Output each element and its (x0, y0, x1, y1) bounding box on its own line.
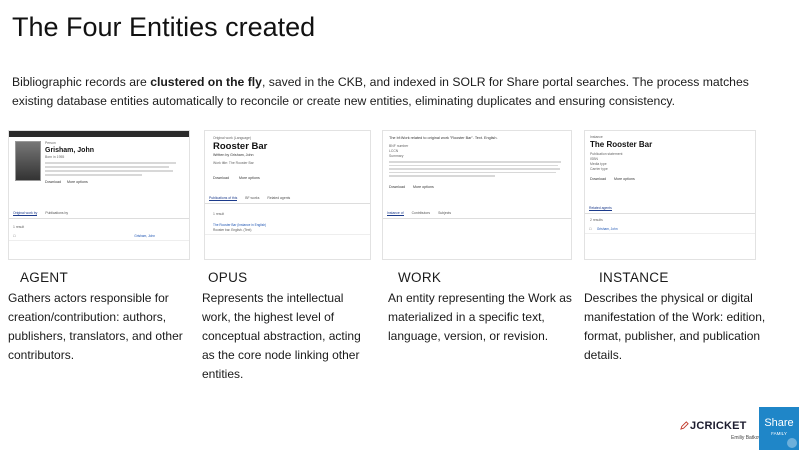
tab-bf-works[interactable]: BF works (245, 196, 259, 201)
agent-screenshot: Person Grisham, John Born in 1955 Downlo… (8, 130, 190, 260)
table-row[interactable]: The Rooster Bar (Instance in English) Ro… (205, 221, 370, 235)
slide-title: The Four Entities created (12, 12, 316, 42)
table-row[interactable]: ☐ Grisham, John (585, 225, 755, 234)
author-photo (15, 141, 41, 181)
tab-publications-by[interactable]: Publications by (45, 211, 68, 216)
work-screenshot: The bf:Work related to original work "Ro… (382, 130, 572, 260)
text-line (389, 175, 495, 177)
intro-text-bold: clustered on the fly (150, 75, 262, 89)
tab-original-work-by[interactable]: Original work by (13, 211, 38, 216)
entity-heading: The bf:Work related to original work "Ro… (389, 136, 498, 140)
field-summary: Summary (389, 154, 404, 158)
entity-meta: Work title: The Rooster Bar (213, 161, 254, 165)
result-count: 1 result (213, 212, 225, 216)
presenter-name: Emiliy Batkov (731, 435, 762, 441)
svg-text:FAMILY: FAMILY (771, 431, 787, 436)
entity-tabs: Original work by Publications by (9, 209, 189, 219)
entity-byline: Written by Grisham, John (213, 153, 254, 157)
download-button[interactable]: Download (590, 177, 606, 182)
entity-tabs: Related agents (585, 204, 755, 214)
tab-instance-of[interactable]: Instance of (387, 211, 404, 216)
row-subtitle: Rooster bar. English. (Text) (213, 228, 252, 232)
work-label: WORK (398, 270, 442, 285)
entity-meta: Born in 1955 (45, 155, 65, 159)
intro-text-start: Bibliographic records are (12, 75, 151, 89)
more-options-button[interactable]: More options (614, 177, 635, 182)
more-options-button[interactable]: More options (239, 176, 260, 181)
entity-tabs: Instance of Contributors Subjects (383, 209, 571, 219)
text-line (389, 168, 560, 170)
entity-heading: Rooster Bar (213, 141, 268, 152)
text-line (45, 174, 142, 176)
result-count: 2 results (590, 218, 603, 222)
row-link[interactable]: Grisham, John (597, 227, 618, 231)
tab-related-agents[interactable]: Related agents (589, 206, 612, 211)
download-button[interactable]: Download (213, 176, 229, 181)
text-line (45, 162, 177, 164)
more-options-button[interactable]: More options (67, 180, 88, 185)
agent-description: Gathers actors responsible for creation/… (8, 291, 183, 362)
text-line (389, 171, 557, 173)
tab-subjects[interactable]: Subjects (438, 211, 451, 216)
svg-text:Share: Share (764, 417, 793, 429)
jcricket-logo: JCRICKET (690, 420, 747, 432)
opus-label: OPUS (208, 270, 248, 285)
download-button[interactable]: Download (45, 180, 61, 185)
opus-screenshot: Original work (Language) Rooster Bar Wri… (204, 130, 371, 260)
work-description: An entity representing the Work as mater… (388, 291, 572, 343)
row-link[interactable]: The Rooster Bar (Instance in English) (213, 223, 366, 227)
entity-tabs: Publications of this BF works Related ag… (205, 194, 370, 204)
tab-publications[interactable]: Publications of this (209, 196, 238, 201)
entity-heading: The Rooster Bar (590, 140, 653, 149)
share-family-logo: Share FAMILY (759, 407, 799, 450)
field-carrier-type: Carrier type (590, 167, 608, 171)
text-line (389, 161, 562, 163)
instance-label: INSTANCE (599, 270, 669, 285)
opus-description: Represents the intellectual work, the hi… (202, 291, 361, 381)
more-options-button[interactable]: More options (413, 185, 434, 190)
intro-paragraph: Bibliographic records are clustered on t… (12, 73, 787, 111)
agent-label: AGENT (20, 270, 69, 285)
pencil-icon (680, 421, 689, 430)
text-line (45, 166, 170, 168)
entity-heading: Grisham, John (45, 147, 95, 154)
instance-description: Describes the physical or digital manife… (584, 291, 766, 362)
table-row[interactable]: ☐ Grisham, John (9, 232, 189, 241)
row-link[interactable]: Grisham, John (134, 234, 155, 238)
tab-contributors[interactable]: Contributors (412, 211, 430, 216)
text-line (45, 170, 174, 172)
text-line (389, 164, 558, 166)
instance-screenshot: Instance The Rooster Bar Publication sta… (584, 130, 756, 260)
tab-related-agents[interactable]: Related agents (267, 196, 290, 201)
result-count: 1 result (13, 225, 25, 229)
download-button[interactable]: Download (389, 185, 405, 190)
